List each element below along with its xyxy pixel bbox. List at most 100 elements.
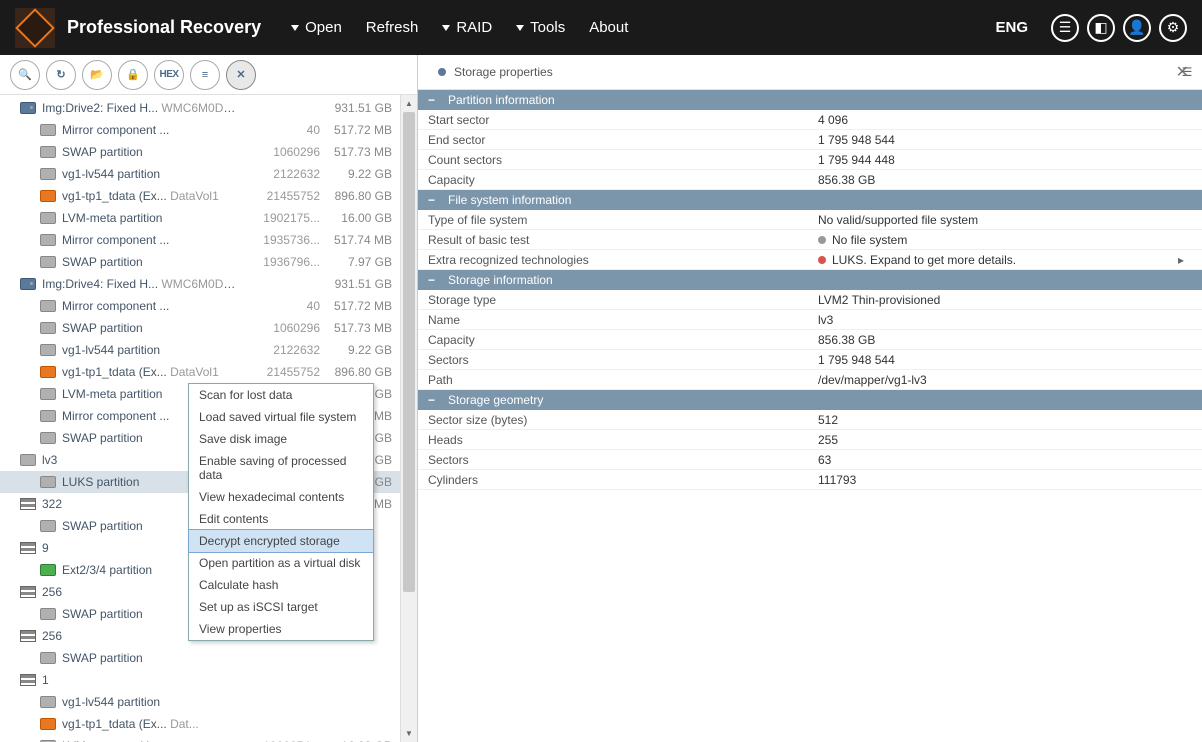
tree-row[interactable]: Mirror component ...1935736...517.74 MB <box>0 229 417 251</box>
panel-options-button[interactable]: ☰ <box>1178 63 1196 81</box>
hex-button[interactable]: HEX <box>154 60 184 90</box>
user-icon[interactable]: 👤 <box>1123 14 1151 42</box>
property-key: Name <box>418 311 808 329</box>
tree-row[interactable]: LVM-meta partition1902175...16.00 GB <box>0 207 417 229</box>
notes-icon[interactable]: ☰ <box>1051 14 1079 42</box>
tree-row[interactable]: SWAP partition1936796...7.97 GB <box>0 251 417 273</box>
row-label: vg1-lv544 partition <box>62 695 240 709</box>
row-label: SWAP partition <box>62 145 240 159</box>
tree-row[interactable]: vg1-tp1_tdata (Ex... Dat... <box>0 713 417 735</box>
row-label: Mirror component ... <box>62 123 240 137</box>
property-value: 856.38 GB <box>808 171 1202 189</box>
tree-row[interactable]: vg1-tp1_tdata (Ex... DataVol121455752896… <box>0 185 417 207</box>
vol-icon <box>40 410 56 422</box>
context-menu-item[interactable]: Edit contents <box>189 508 373 530</box>
app-logo <box>15 8 55 48</box>
history-button[interactable]: ↻ <box>46 60 76 90</box>
tree-row[interactable]: Mirror component ...40517.72 MB <box>0 119 417 141</box>
vol-icon <box>40 652 56 664</box>
row-label: LVM-meta partition <box>62 211 240 225</box>
settings-icon[interactable]: ⚙ <box>1159 14 1187 42</box>
menu-tools[interactable]: Tools <box>516 19 565 36</box>
row-label: Img:Drive2: Fixed H... WMC6M0D1P... <box>42 101 240 115</box>
close-button[interactable]: ✕ <box>226 60 256 90</box>
section-header[interactable]: −Storage geometry <box>418 390 1202 410</box>
tree-row[interactable]: vg1-lv544 partition <box>0 691 417 713</box>
property-value: 63 <box>808 451 1202 469</box>
property-value: LUKS. Expand to get more details.▸ <box>808 251 1202 269</box>
menu-raid[interactable]: RAID <box>442 19 492 36</box>
row-label: Mirror component ... <box>62 299 240 313</box>
property-key: Start sector <box>418 111 808 129</box>
menu-open[interactable]: Open <box>291 19 342 36</box>
property-value: 856.38 GB <box>808 331 1202 349</box>
left-toolbar: 🔍 ↻ 📂 🔒 HEX ≡ ✕ <box>0 55 417 95</box>
search-button[interactable]: 🔍 <box>10 60 40 90</box>
tab-storage-properties[interactable]: Storage properties <box>426 55 565 89</box>
tree-row[interactable]: SWAP partition <box>0 647 417 669</box>
context-menu-item[interactable]: Decrypt encrypted storage <box>188 529 374 553</box>
tree-row[interactable]: Mirror component ...40517.72 MB <box>0 295 417 317</box>
context-menu-item[interactable]: Save disk image <box>189 428 373 450</box>
section-header[interactable]: −Storage information <box>418 270 1202 290</box>
section-header[interactable]: −Partition information <box>418 90 1202 110</box>
row-size: 7.97 GB <box>320 255 392 269</box>
panel-icon[interactable]: ◧ <box>1087 14 1115 42</box>
tree-row[interactable]: Img:Drive4: Fixed H... WMC6M0D2...931.51… <box>0 273 417 295</box>
tree-row[interactable]: SWAP partition1060296517.73 MB <box>0 141 417 163</box>
context-menu-item[interactable]: Load saved virtual file system <box>189 406 373 428</box>
chevron-down-icon <box>516 25 524 31</box>
collapse-icon: − <box>428 93 438 107</box>
row-size: 896.80 GB <box>320 189 392 203</box>
property-row: Sectors1 795 948 544 <box>418 350 1202 370</box>
property-key: Sectors <box>418 351 808 369</box>
scroll-up-button[interactable]: ▲ <box>401 95 417 112</box>
row-size: 517.73 MB <box>320 145 392 159</box>
menu-about[interactable]: About <box>589 19 628 36</box>
vol-icon <box>40 696 56 708</box>
context-menu-item[interactable]: Enable saving of processed data <box>189 450 373 486</box>
tree-row[interactable]: Img:Drive2: Fixed H... WMC6M0D1P...931.5… <box>0 97 417 119</box>
section-title: Partition information <box>448 93 555 107</box>
tree-row[interactable]: vg1-lv544 partition21226329.22 GB <box>0 339 417 361</box>
context-menu-item[interactable]: Set up as iSCSI target <box>189 596 373 618</box>
tree-row[interactable]: LVM-meta partition1900054...16.00 GB <box>0 735 417 742</box>
property-row[interactable]: Extra recognized technologiesLUKS. Expan… <box>418 250 1202 270</box>
scroll-thumb[interactable] <box>403 112 415 592</box>
lock-button[interactable]: 🔒 <box>118 60 148 90</box>
tree-row[interactable]: 1 <box>0 669 417 691</box>
tree-row[interactable]: SWAP partition1060296517.73 MB <box>0 317 417 339</box>
tab-label: Storage properties <box>454 65 553 79</box>
section-header[interactable]: −File system information <box>418 190 1202 210</box>
property-row: End sector1 795 948 544 <box>418 130 1202 150</box>
row-number: 2122632 <box>240 343 320 357</box>
property-key: Type of file system <box>418 211 808 229</box>
property-key: Result of basic test <box>418 231 808 249</box>
language-selector[interactable]: ENG <box>995 19 1028 36</box>
row-label: vg1-tp1_tdata (Ex... Dat... <box>62 717 240 731</box>
open-button[interactable]: 📂 <box>82 60 112 90</box>
property-row: Capacity856.38 GB <box>418 170 1202 190</box>
row-size: 517.72 MB <box>320 123 392 137</box>
section-title: File system information <box>448 193 571 207</box>
property-key: Path <box>418 371 808 389</box>
list-button[interactable]: ≡ <box>190 60 220 90</box>
property-key: End sector <box>418 131 808 149</box>
vol-o-icon <box>40 718 56 730</box>
property-key: Capacity <box>418 331 808 349</box>
context-menu-item[interactable]: View properties <box>189 618 373 640</box>
tree-row[interactable]: vg1-lv544 partition21226329.22 GB <box>0 163 417 185</box>
context-menu-item[interactable]: Open partition as a virtual disk <box>189 552 373 574</box>
context-menu-item[interactable]: Scan for lost data <box>189 384 373 406</box>
vol-icon <box>40 300 56 312</box>
property-key: Heads <box>418 431 808 449</box>
context-menu-item[interactable]: Calculate hash <box>189 574 373 596</box>
row-number: 1902175... <box>240 211 320 225</box>
vol-icon <box>20 454 36 466</box>
tree-row[interactable]: vg1-tp1_tdata (Ex... DataVol121455752896… <box>0 361 417 383</box>
property-value: LVM2 Thin-provisioned <box>808 291 1202 309</box>
scroll-down-button[interactable]: ▼ <box>401 725 417 742</box>
menu-refresh[interactable]: Refresh <box>366 19 419 36</box>
context-menu-item[interactable]: View hexadecimal contents <box>189 486 373 508</box>
tree-scrollbar[interactable]: ▲ ▼ <box>400 95 417 742</box>
